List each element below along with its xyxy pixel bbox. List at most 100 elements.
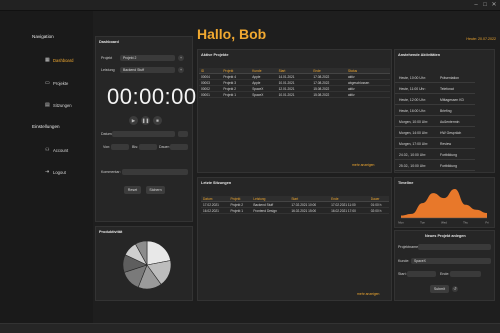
area-series: [401, 189, 487, 218]
list-item[interactable]: Morgen, 10:00 Uhr: Außentermin: [395, 116, 475, 127]
stop-icon[interactable]: ■: [153, 116, 162, 125]
play-icon[interactable]: ▶: [129, 116, 138, 125]
comment-label: Kommentar:: [101, 170, 121, 174]
table-cell: 16.02.2021 15:00: [289, 207, 330, 215]
end-date-field[interactable]: [450, 271, 481, 277]
sidebar-item-label: Dashboard: [53, 58, 74, 63]
folder-icon: ▭: [45, 80, 50, 86]
list-item[interactable]: Heute, 12:00 Uhr: Mittagessen KD: [395, 94, 475, 105]
add-project-icon[interactable]: +: [178, 55, 184, 61]
reset-button[interactable]: Reset: [124, 186, 141, 194]
status-bar: [0, 323, 500, 333]
projects-more-link[interactable]: mehr anzeigen: [352, 163, 374, 167]
save-button[interactable]: Sichern: [146, 186, 165, 194]
appointment-description: Mittagessen KD: [440, 97, 464, 102]
table-cell: 16.02.2021: [201, 207, 229, 215]
projects-table: ID Projekt Kunde Start Ende Status 00004…: [199, 68, 390, 99]
x-tick-label: Mon: [398, 221, 404, 225]
table-cell: 16.02.2021 17:00: [329, 207, 369, 215]
sidebar-item-account[interactable]: ⚇ Account: [45, 148, 69, 154]
maximize-icon[interactable]: □: [481, 2, 489, 8]
project-name-label: Projektname:: [398, 245, 420, 249]
productivity-pie-chart: [122, 240, 172, 290]
settings-heading: Einstellungen: [32, 124, 60, 129]
table-cell: 10.01.2021: [276, 91, 312, 99]
date-field[interactable]: [112, 131, 175, 137]
sidebar-item-label: Sitzungen: [53, 103, 72, 108]
window-titlebar: – □ ✕: [0, 0, 500, 11]
appointment-time: Morgen, 17:00 Uhr:: [399, 141, 429, 146]
add-activity-icon[interactable]: +: [178, 67, 184, 73]
start-date-field[interactable]: [407, 271, 436, 277]
appointment-description: Review: [440, 141, 452, 146]
appointment-description: Präsentation: [440, 75, 460, 80]
sidebar-item-dashboard[interactable]: ▦ Dashboard: [45, 57, 74, 64]
sidebar-item-projekte[interactable]: ▭ Projekte: [45, 80, 68, 87]
start-label: Start:: [398, 272, 407, 276]
table-cell: 00001: [199, 91, 222, 99]
list-item[interactable]: Heute, 11:00 Uhr: Telefonat: [395, 83, 475, 94]
sidebar-item-logout[interactable]: ⇥ Logout: [45, 169, 66, 176]
minimize-icon[interactable]: –: [472, 2, 480, 8]
table-cell: Frontend Design: [251, 207, 290, 215]
end-label: Ende:: [440, 272, 450, 276]
panel-title: Aktive Projekte: [201, 53, 229, 57]
dashboard-icon: ▦: [45, 57, 50, 63]
appointment-description: Briefing: [440, 108, 452, 113]
reset-icon[interactable]: ↺: [452, 286, 458, 292]
to-label: Bis:: [132, 145, 138, 149]
list-item[interactable]: 24.02., 10:00 Uhr: Fortbildung: [395, 149, 475, 160]
appointment-time: Heute, 11:00 Uhr:: [399, 86, 426, 91]
panel-title: Timeline: [398, 181, 414, 185]
project-select[interactable]: Projekt 2: [120, 55, 175, 61]
today-date: Heute: 20.07.2022: [466, 37, 496, 41]
client-label: Kunde:: [398, 259, 410, 263]
list-item[interactable]: 25.02., 10:00 Uhr: Fortbildung: [395, 160, 475, 171]
close-icon[interactable]: ✕: [490, 2, 498, 8]
appointments-panel: Anstehende Aktivitäten Heute, 10:00 Uhr:…: [394, 49, 495, 173]
table-cell: 15.08.2022: [311, 91, 347, 99]
sessions-more-link[interactable]: mehr anzeigen: [357, 292, 379, 296]
activity-select[interactable]: Backend Stuff: [120, 67, 175, 73]
table-row[interactable]: 00001 Projekt 1 SpaceX 10.01.2021 15.08.…: [199, 91, 390, 99]
list-item[interactable]: Heute, 16:00 Uhr: Briefing: [395, 105, 475, 116]
appointment-description: Telefonat: [440, 86, 454, 91]
duration-field[interactable]: [170, 144, 188, 150]
project-name-field[interactable]: [418, 244, 491, 250]
list-item[interactable]: Morgen, 14:00 Uhr: HW Gespräch: [395, 127, 475, 138]
timer-display: 00:00:00: [107, 84, 197, 109]
panel-title: Letzte Sitzungen: [201, 181, 232, 185]
submit-button[interactable]: Submit: [430, 285, 449, 293]
logout-icon: ⇥: [45, 169, 50, 175]
project-label: Projekt: [101, 56, 113, 60]
date-picker-button[interactable]: [178, 131, 188, 137]
from-field[interactable]: [111, 144, 129, 150]
table-cell: SpaceX: [250, 91, 277, 99]
table-cell: aktiv: [346, 91, 390, 99]
pause-icon[interactable]: ❚❚: [141, 116, 150, 125]
sidebar-item-sitzungen[interactable]: ▤ Sitzungen: [45, 102, 72, 109]
to-field[interactable]: [139, 144, 157, 150]
appointment-time: 25.02., 10:00 Uhr:: [399, 163, 427, 168]
appointment-time: Morgen, 14:00 Uhr:: [399, 130, 429, 135]
client-select[interactable]: SpaceX: [411, 258, 491, 264]
panel-title: Produktivität: [99, 230, 123, 234]
sidebar-item-label: Account: [53, 148, 69, 153]
appointment-time: Heute, 12:00 Uhr:: [399, 97, 426, 102]
greeting: Hallo, Bob: [197, 26, 267, 42]
activity-label: Leistung: [101, 68, 115, 72]
appointment-time: Heute, 16:00 Uhr:: [399, 108, 426, 113]
panel-title: Neues Projekt anlegen: [425, 234, 466, 238]
x-tick-label: Wed: [441, 221, 447, 225]
appointment-description: Außentermin: [440, 119, 460, 124]
list-item[interactable]: Morgen, 17:00 Uhr: Review: [395, 138, 475, 149]
calendar-icon: ▤: [45, 102, 50, 108]
duration-label: Dauer:: [159, 145, 170, 149]
panel-title: Dashboard: [99, 40, 119, 44]
appointment-time: 24.02., 10:00 Uhr:: [399, 152, 427, 157]
table-row[interactable]: 16.02.2021 Projekt 1 Frontend Design 16.…: [201, 207, 389, 215]
comment-field[interactable]: [122, 169, 188, 175]
timer-panel: Dashboard: [95, 36, 193, 222]
list-item[interactable]: Heute, 10:00 Uhr: Präsentation: [395, 72, 475, 83]
appointment-description: Fortbildung: [440, 163, 457, 168]
